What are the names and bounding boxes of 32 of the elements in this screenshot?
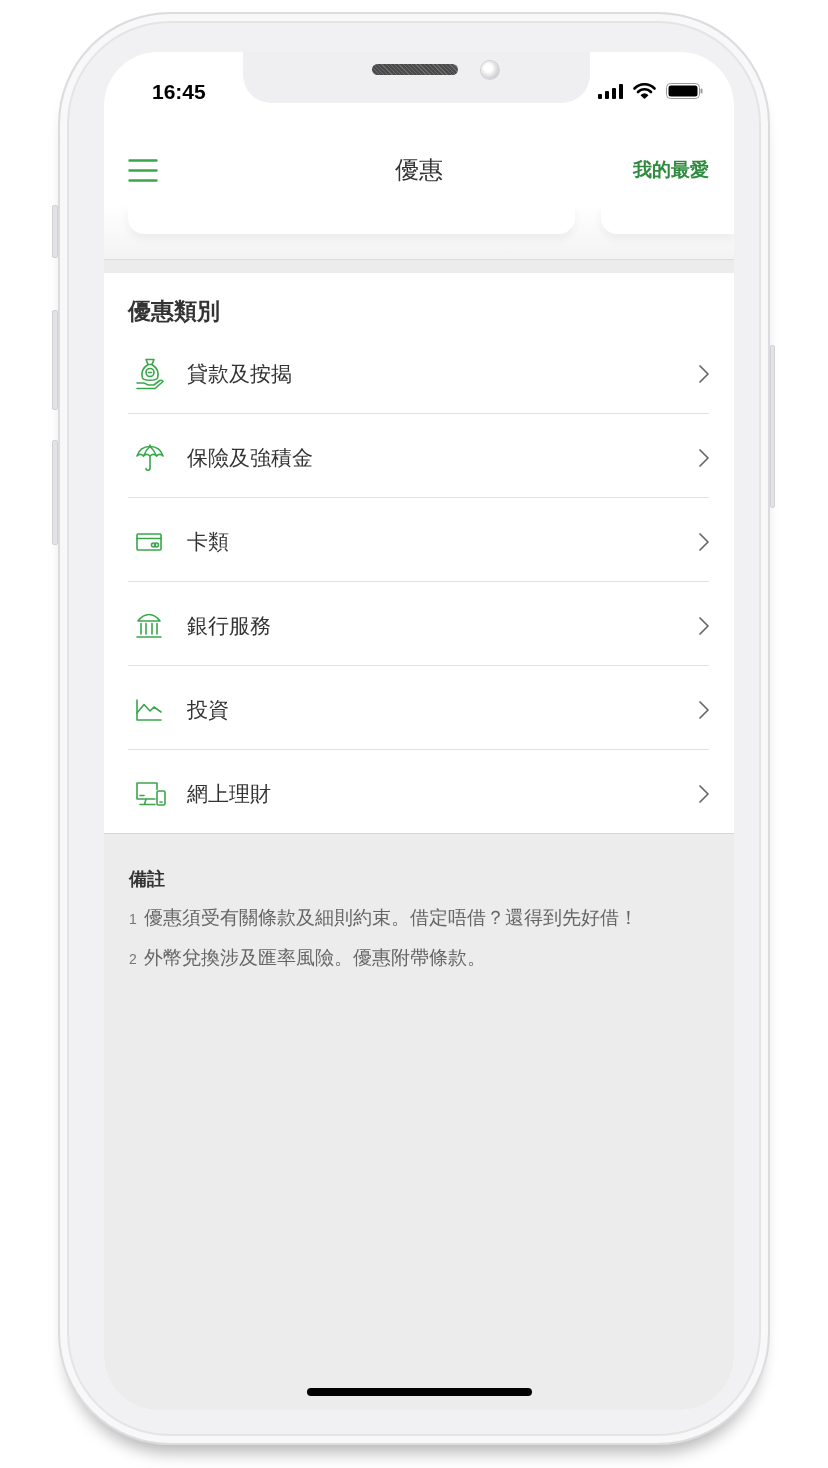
menu-icon[interactable] [128, 158, 158, 182]
chevron-icon [699, 365, 709, 383]
category-item[interactable]: 銀行服務 [128, 582, 709, 666]
computer-and-phone-icon [136, 782, 166, 806]
category-item[interactable]: 網上理財 [128, 750, 709, 833]
battery-icon [666, 83, 703, 99]
section-heading: 優惠類別 [128, 297, 221, 325]
category-item[interactable]: 投資 [128, 666, 709, 750]
bank-icon [136, 613, 162, 639]
note-number: 2 [129, 951, 137, 967]
signal-icon [598, 83, 623, 99]
favorites-link[interactable]: 我的最愛 [633, 157, 709, 183]
chevron-icon [699, 617, 709, 635]
notes-heading: 備註 [129, 867, 166, 891]
category-item[interactable]: 卡類 [128, 498, 709, 582]
umbrella-icon [136, 444, 164, 472]
status-time: 16:45 [152, 80, 206, 104]
page-title: 優惠 [394, 155, 443, 186]
category-item[interactable]: 貸款及按揭 [128, 330, 709, 414]
note-text: 外幣兌換涉及匯率風險。優惠附帶條款。 [143, 946, 486, 970]
chevron-icon [699, 533, 709, 551]
chevron-icon [699, 449, 709, 467]
category-item[interactable]: 保險及強積金 [128, 414, 709, 498]
note-number: 1 [129, 911, 137, 927]
line-chart-icon [136, 699, 162, 721]
chevron-icon [699, 701, 709, 719]
camera-lens [481, 60, 499, 79]
chevron-icon [699, 785, 709, 803]
note-text: 優惠須受有關條款及細則約束。借定唔借？還得到先好借！ [143, 906, 638, 930]
wifi-icon [633, 83, 656, 99]
credit-card-icon [136, 533, 162, 551]
money-bag-icon [136, 358, 164, 390]
